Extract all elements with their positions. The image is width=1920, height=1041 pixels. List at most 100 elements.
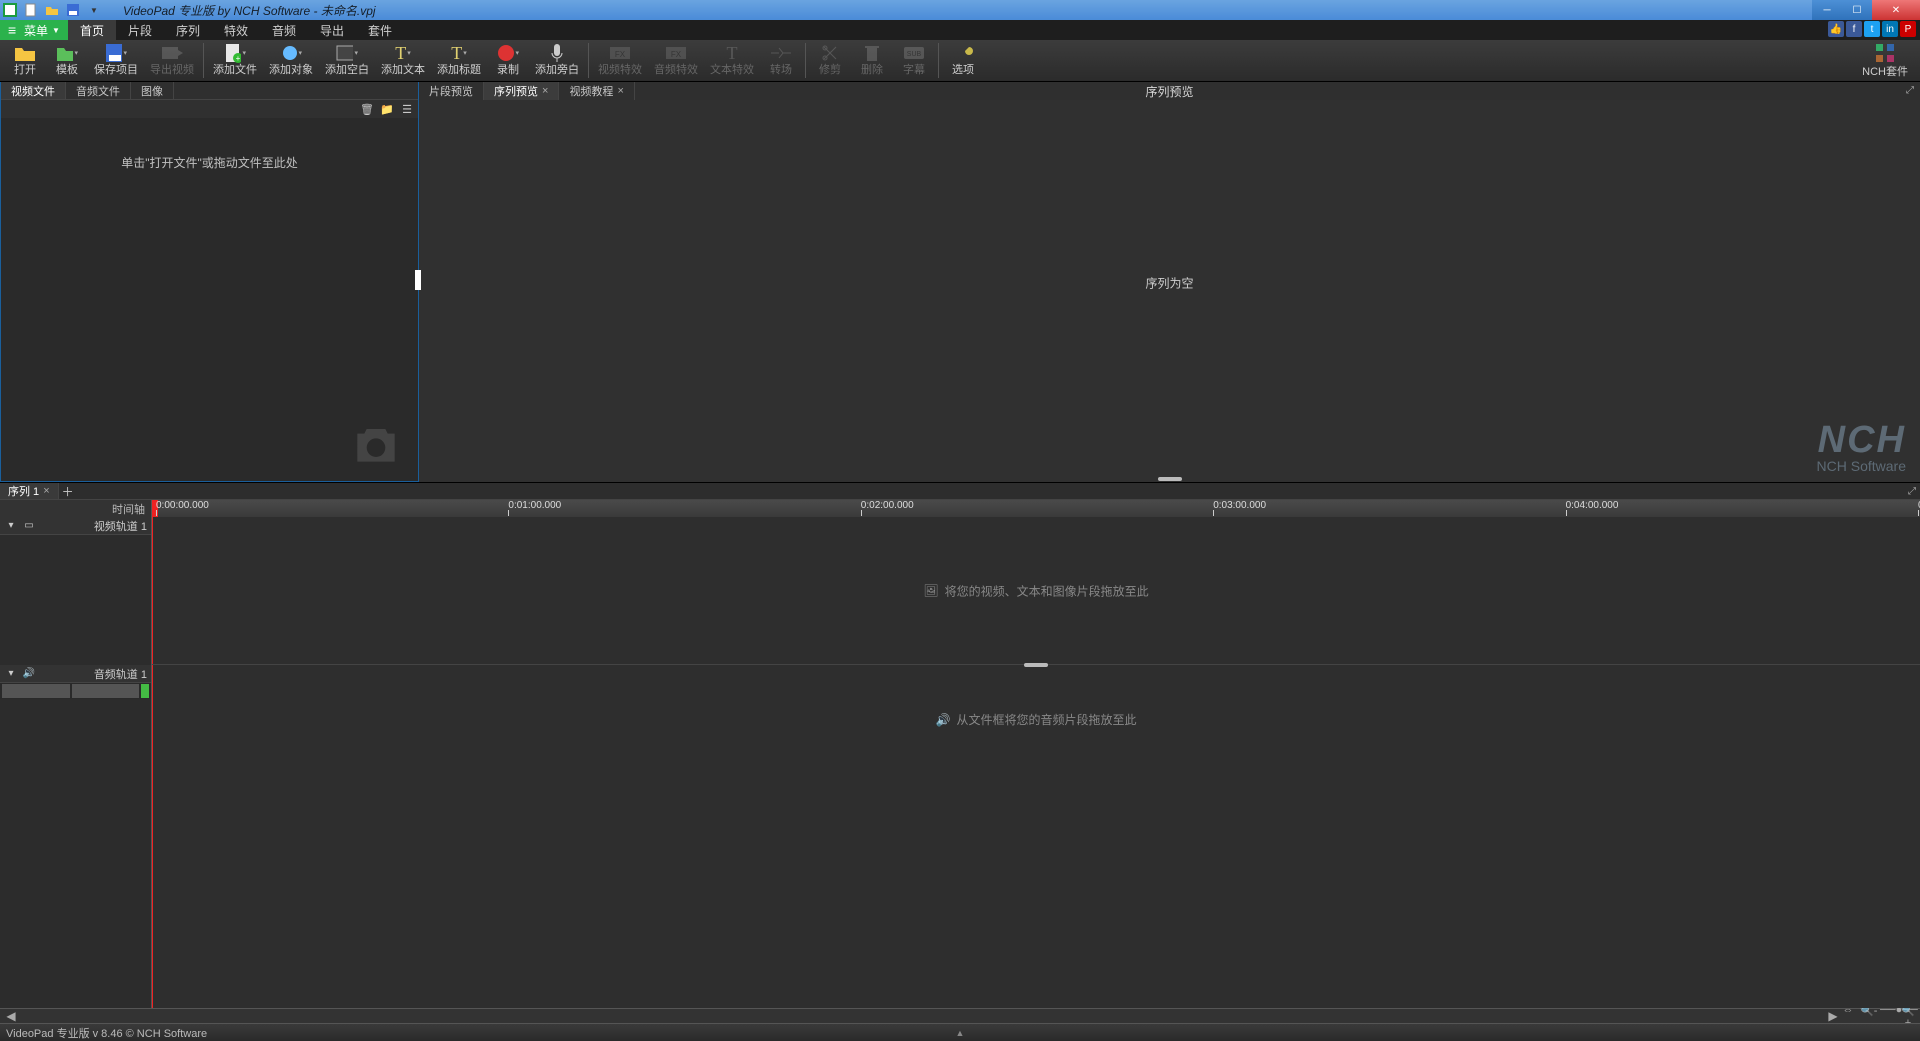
bin-tab-1[interactable]: 音频文件 bbox=[66, 82, 131, 99]
window-titlebar: ▼ VideoPad 专业版 by NCH Software - 未命名.vpj… bbox=[0, 0, 1920, 20]
add-blank-button[interactable]: ▾添加空白 bbox=[319, 40, 375, 81]
timeline-scrollbar[interactable]: ◀ ▶ ⇔ 🔍- ──●── 🔍+ bbox=[0, 1008, 1920, 1023]
status-bar: VideoPad 专业版 v 8.46 © NCH Software ▲ bbox=[0, 1023, 1920, 1041]
app-icon bbox=[2, 3, 17, 18]
like-icon[interactable]: 👍 bbox=[1828, 21, 1844, 37]
options-button[interactable]: 选项 bbox=[942, 40, 984, 81]
facebook-icon[interactable]: f bbox=[1846, 21, 1862, 37]
timeline-tracks[interactable]: 🖼将您的视频、文本和图像片段拖放至此 🔊从文件框将您的音频片段拖放至此 bbox=[152, 517, 1920, 1008]
chevron-down-icon: ▼ bbox=[52, 26, 60, 35]
preview-panel: 片段预览序列预览×视频教程× 序列预览 ⤢ 序列为空 NCH NCH Softw… bbox=[419, 82, 1920, 482]
qat-save-icon[interactable] bbox=[64, 2, 82, 18]
bin-tab-0[interactable]: 视频文件 bbox=[1, 82, 66, 99]
text-fx-button[interactable]: T文本特效 bbox=[704, 40, 760, 81]
image-icon: 🖼 bbox=[923, 584, 938, 598]
twitter-icon[interactable]: t bbox=[1864, 21, 1880, 37]
ruler-label: 时间轴 bbox=[0, 500, 152, 517]
subtitle-button[interactable]: SUB字幕 bbox=[893, 40, 935, 81]
track-resize-handle[interactable] bbox=[1024, 663, 1048, 667]
menu-tab-4[interactable]: 音频 bbox=[260, 20, 308, 40]
media-bin-panel: 视频文件音频文件图像 🗑 📁 ☰ 单击"打开文件"或拖动文件至此处 bbox=[0, 82, 419, 482]
menu-bar: 菜单 ▼ 首页片段序列特效音频导出套件 👍 f t in P bbox=[0, 20, 1920, 40]
timeline-popout-icon[interactable]: ⤢ bbox=[1904, 483, 1920, 499]
track-visibility-icon[interactable]: ▭ bbox=[22, 519, 36, 533]
audio-track-lane[interactable]: 🔊从文件框将您的音频片段拖放至此 bbox=[152, 669, 1920, 1008]
ruler-tick: 0:01:00.000 bbox=[508, 500, 561, 511]
bin-folder-icon[interactable]: 📁 bbox=[378, 100, 396, 118]
qat-dropdown-icon[interactable]: ▼ bbox=[85, 2, 103, 18]
add-text-button[interactable]: T▾添加文本 bbox=[375, 40, 431, 81]
window-title: VideoPad 专业版 by NCH Software - 未命名.vpj bbox=[123, 2, 376, 19]
speaker-icon[interactable]: 🔊 bbox=[22, 667, 36, 681]
speaker-icon: 🔊 bbox=[936, 713, 951, 727]
minimize-button[interactable]: ─ bbox=[1812, 0, 1842, 20]
add-object-button[interactable]: ▾添加对象 bbox=[263, 40, 319, 81]
add-narration-button[interactable]: 添加旁白 bbox=[529, 40, 585, 81]
preview-title: 序列预览 bbox=[1145, 83, 1193, 100]
svg-text:FX: FX bbox=[671, 50, 682, 59]
scroll-right-icon[interactable]: ▶ bbox=[1826, 1009, 1840, 1023]
menu-tab-5[interactable]: 导出 bbox=[308, 20, 356, 40]
sequence-tab[interactable]: 序列 1× bbox=[0, 483, 59, 499]
resize-grip-icon[interactable]: ▲ bbox=[956, 1028, 965, 1038]
add-title-button[interactable]: T▾添加标题 bbox=[431, 40, 487, 81]
add-file-button[interactable]: +▾添加文件 bbox=[207, 40, 263, 81]
nch-watermark: NCH NCH Software bbox=[1817, 419, 1906, 474]
menu-tab-3[interactable]: 特效 bbox=[212, 20, 260, 40]
audio-fx-button[interactable]: FX音频特效 bbox=[648, 40, 704, 81]
trim-button[interactable]: 修剪 bbox=[809, 40, 851, 81]
video-track-lane[interactable]: 🖼将您的视频、文本和图像片段拖放至此 bbox=[152, 517, 1920, 665]
scissors-icon bbox=[819, 43, 841, 63]
close-icon[interactable]: × bbox=[43, 485, 49, 497]
svg-text:+: + bbox=[236, 54, 241, 63]
delete-button[interactable]: 删除 bbox=[851, 40, 893, 81]
preview-popout-icon[interactable]: ⤢ bbox=[1903, 83, 1917, 97]
preview-tab-2[interactable]: 视频教程× bbox=[559, 82, 634, 100]
ruler-tick: 0:00:00.000 bbox=[156, 500, 209, 511]
audio-meter bbox=[0, 683, 151, 699]
video-track-header[interactable]: ▾ ▭ 视频轨道 1 bbox=[0, 517, 151, 535]
qat-open-icon[interactable] bbox=[43, 2, 61, 18]
chevron-down-icon[interactable]: ▾ bbox=[4, 667, 18, 681]
record-button[interactable]: ▾录制 bbox=[487, 40, 529, 81]
export-video-button[interactable]: 导出视频 bbox=[144, 40, 200, 81]
chevron-down-icon[interactable]: ▾ bbox=[4, 519, 18, 533]
timeline-panel: 序列 1× ＋ ⤢ 时间轴 0:00:00.0000:01:00.0000:02… bbox=[0, 482, 1920, 1023]
template-button[interactable]: ▾模板 bbox=[46, 40, 88, 81]
menu-tab-0[interactable]: 首页 bbox=[68, 20, 116, 40]
main-menu-button[interactable]: 菜单 ▼ bbox=[0, 20, 68, 40]
nch-suite-button[interactable]: NCH套件 bbox=[1854, 40, 1916, 81]
microphone-icon bbox=[546, 43, 568, 63]
menu-tab-2[interactable]: 序列 bbox=[164, 20, 212, 40]
save-project-button[interactable]: ▾保存项目 bbox=[88, 40, 144, 81]
maximize-button[interactable]: ☐ bbox=[1842, 0, 1872, 20]
linkedin-icon[interactable]: in bbox=[1882, 21, 1898, 37]
timeline-ruler[interactable]: 0:00:00.0000:01:00.0000:02:00.0000:03:00… bbox=[152, 500, 1920, 517]
video-fx-button[interactable]: FX视频特效 bbox=[592, 40, 648, 81]
add-sequence-button[interactable]: ＋ bbox=[59, 483, 77, 499]
bin-delete-icon[interactable]: 🗑 bbox=[358, 100, 376, 118]
pinterest-icon[interactable]: P bbox=[1900, 21, 1916, 37]
ruler-tick: 0:04:00.000 bbox=[1566, 500, 1619, 511]
ruler-tick: 0:03:00.000 bbox=[1213, 500, 1266, 511]
qat-new-icon[interactable] bbox=[22, 2, 40, 18]
transition-button[interactable]: 转场 bbox=[760, 40, 802, 81]
preview-tab-1[interactable]: 序列预览× bbox=[484, 82, 559, 100]
main-menu-label: 菜单 bbox=[24, 22, 48, 39]
preview-resize-handle[interactable] bbox=[1158, 477, 1182, 481]
bin-list-view-icon[interactable]: ☰ bbox=[398, 100, 416, 118]
preview-viewport[interactable]: 序列为空 NCH NCH Software bbox=[419, 100, 1920, 482]
close-button[interactable]: ✕ bbox=[1872, 0, 1920, 20]
menu-tab-6[interactable]: 套件 bbox=[356, 20, 404, 40]
hamburger-icon bbox=[8, 22, 20, 38]
scroll-left-icon[interactable]: ◀ bbox=[4, 1009, 18, 1023]
preview-tab-0[interactable]: 片段预览 bbox=[419, 82, 484, 100]
open-button[interactable]: 打开 bbox=[4, 40, 46, 81]
media-bin-drop-area[interactable]: 单击"打开文件"或拖动文件至此处 bbox=[1, 118, 418, 481]
camera-watermark-icon bbox=[348, 415, 404, 471]
bin-tab-2[interactable]: 图像 bbox=[131, 82, 174, 99]
audio-track-header[interactable]: ▾ 🔊 音频轨道 1 bbox=[0, 665, 151, 683]
close-icon[interactable]: × bbox=[542, 85, 548, 97]
close-icon[interactable]: × bbox=[617, 85, 623, 97]
menu-tab-1[interactable]: 片段 bbox=[116, 20, 164, 40]
